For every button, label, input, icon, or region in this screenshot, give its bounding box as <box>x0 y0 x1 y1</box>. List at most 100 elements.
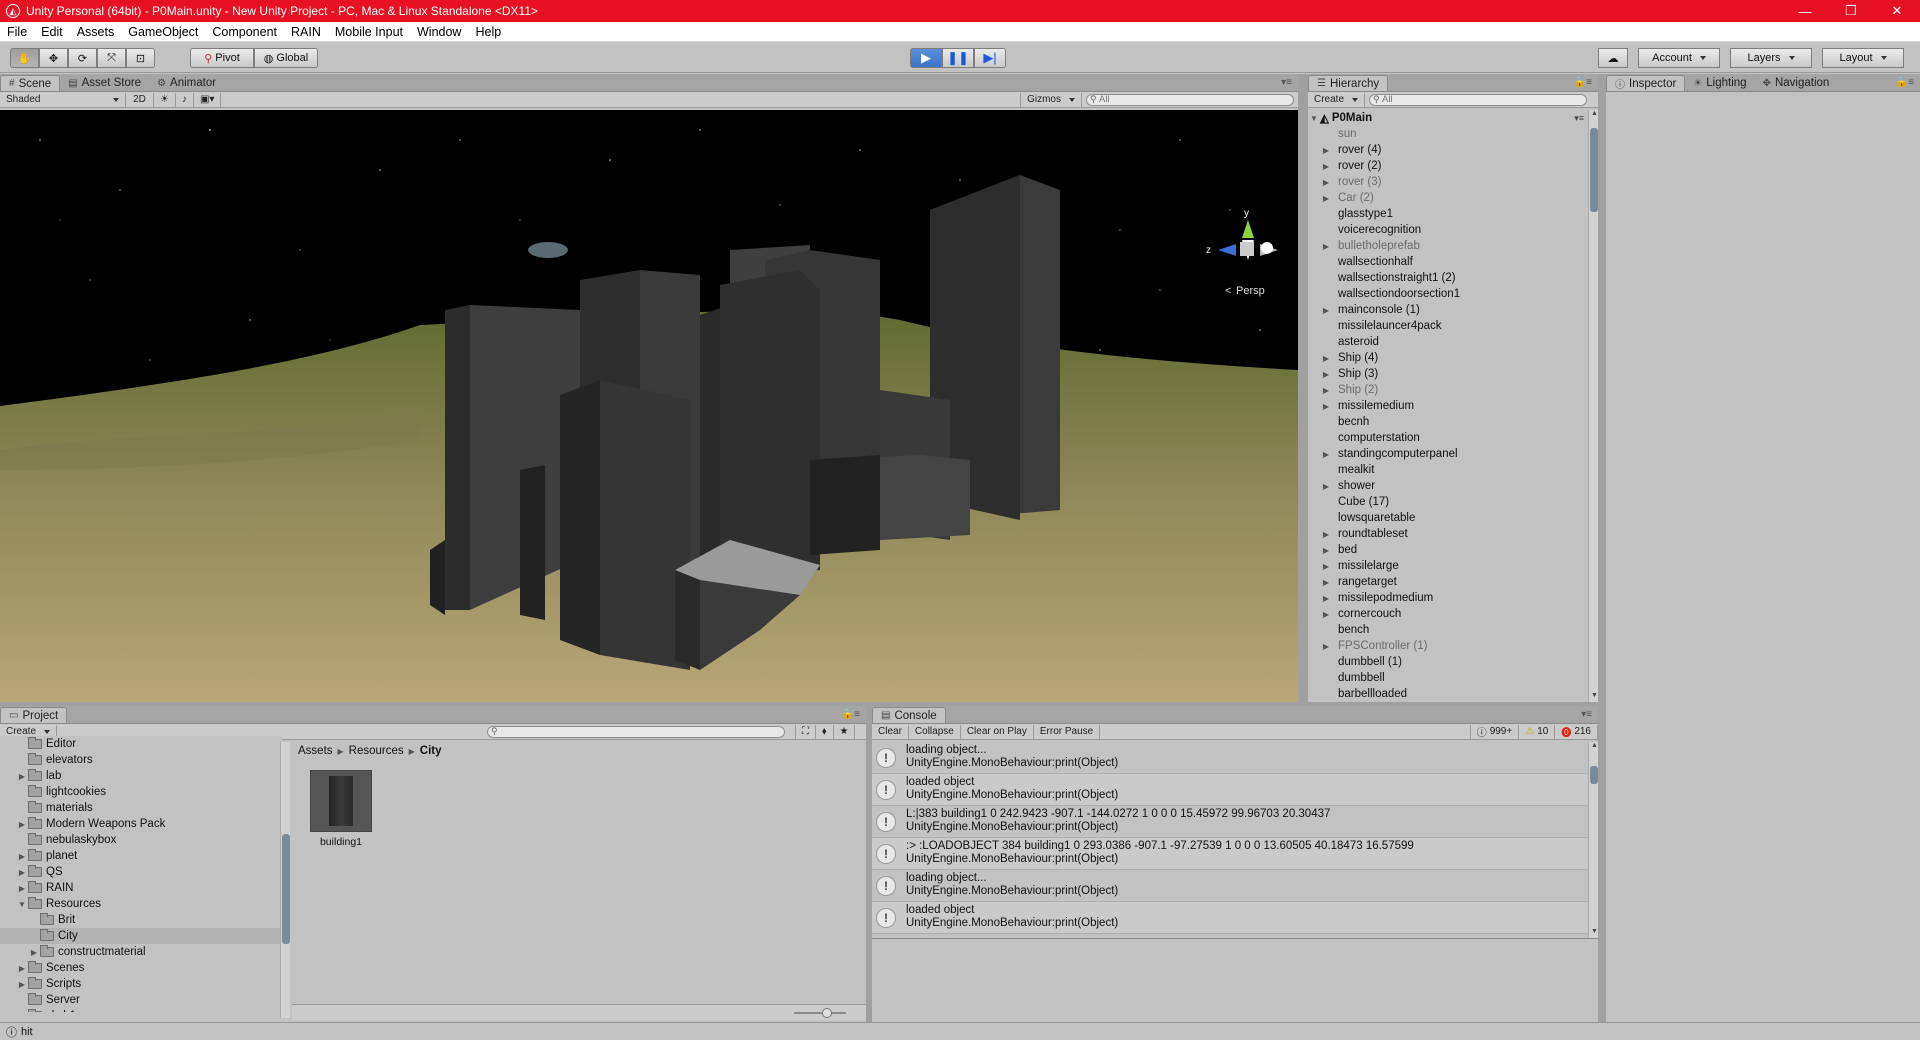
expand-arrow-icon[interactable]: ▼ <box>16 900 28 909</box>
menu-mobile-input[interactable]: Mobile Input <box>328 25 410 39</box>
project-folder-item[interactable]: materials <box>0 800 282 816</box>
audio-toggle-icon[interactable]: ♪ <box>176 92 194 107</box>
hierarchy-item[interactable]: bench <box>1308 622 1588 638</box>
project-tree-scrollbar[interactable] <box>280 742 290 1018</box>
console-log-entry[interactable]: ! loaded object UnityEngine.MonoBehaviour:… <box>872 902 1588 934</box>
tab-hierarchy[interactable]: ☰ Hierarchy <box>1308 75 1389 91</box>
hierarchy-item[interactable]: wallsectiondoorsection1 <box>1308 286 1588 302</box>
breadcrumb-resources[interactable]: Resources <box>349 745 404 757</box>
project-folder-item[interactable]: elevators <box>0 752 282 768</box>
expand-arrow-icon[interactable]: ▶ <box>1320 546 1332 555</box>
pause-button[interactable]: ❚❚ <box>942 48 974 68</box>
console-menu-icon[interactable]: ▾≡ <box>1575 709 1598 720</box>
expand-arrow-icon[interactable]: ▶ <box>1320 162 1332 171</box>
breadcrumb-assets[interactable]: Assets <box>298 745 333 757</box>
expand-arrow-icon[interactable]: ▶ <box>1320 530 1332 539</box>
play-button[interactable]: ▶ <box>910 48 942 68</box>
menu-rain[interactable]: RAIN <box>284 25 328 39</box>
console-clear-on-play-button[interactable]: Clear on Play <box>961 724 1034 739</box>
menu-assets[interactable]: Assets <box>70 25 122 39</box>
splitter[interactable] <box>1298 74 1308 702</box>
shading-dropdown[interactable]: Shaded <box>0 92 126 107</box>
warning-count-toggle[interactable]: ⚠ 10 <box>1519 724 1556 739</box>
menu-gameobject[interactable]: GameObject <box>121 25 205 39</box>
layout-dropdown[interactable]: Layout <box>1822 48 1904 68</box>
lighting-toggle-icon[interactable]: ☀ <box>154 92 176 107</box>
hierarchy-item[interactable]: becnh <box>1308 414 1588 430</box>
icon-size-slider-thumb[interactable] <box>822 1008 832 1018</box>
filter-label-icon[interactable]: ⬧ <box>816 724 834 739</box>
expand-arrow-icon[interactable]: ▶ <box>1320 562 1332 571</box>
hierarchy-item[interactable]: ▶ rover (3) <box>1308 174 1588 190</box>
hierarchy-item[interactable]: wallsectionhalf <box>1308 254 1588 270</box>
expand-arrow-icon[interactable]: ▶ <box>16 884 28 893</box>
hierarchy-item[interactable]: ▶ rover (4) <box>1308 142 1588 158</box>
restore-button[interactable]: ❐ <box>1828 0 1874 22</box>
favorites-icon[interactable]: ★ <box>834 724 856 739</box>
tab-scene[interactable]: # Scene <box>0 75 61 91</box>
console-log-entry[interactable]: ! L:|383 building1 0 242.9423 -907.1 -144… <box>872 806 1588 838</box>
hierarchy-item[interactable]: ▶ rangetarget <box>1308 574 1588 590</box>
log-count-toggle[interactable]: ⓘ 999+ <box>1469 724 1520 739</box>
expand-arrow-icon[interactable]: ▶ <box>28 948 40 957</box>
expand-arrow-icon[interactable]: ▶ <box>1320 450 1332 459</box>
pivot-button[interactable]: ⚲ Pivot <box>190 48 254 68</box>
hierarchy-root[interactable]: ▼ ◭ P0Main ▾≡ <box>1308 110 1588 126</box>
lock-icon[interactable]: 🔒≡ <box>1568 77 1598 88</box>
hierarchy-item[interactable]: ▶ FPSController (1) <box>1308 638 1588 654</box>
console-scrollbar[interactable]: ▲ ▼ <box>1588 742 1598 938</box>
console-scroll-thumb[interactable] <box>1590 766 1598 784</box>
project-folder-item[interactable]: Brit <box>0 912 282 928</box>
expand-arrow-icon[interactable]: ▶ <box>1320 594 1332 603</box>
project-folder-item[interactable]: ▶ RAIN <box>0 880 282 896</box>
scale-tool-icon[interactable]: ⤧ <box>97 48 126 68</box>
expand-arrow-icon[interactable]: ▶ <box>1320 178 1332 187</box>
console-log-entry[interactable]: !:> :LOADOBJECT 384 building1 0 293.0386… <box>872 838 1588 870</box>
hierarchy-item[interactable]: ▶ rover (2) <box>1308 158 1588 174</box>
hierarchy-item[interactable]: lowsquaretable <box>1308 510 1588 526</box>
rect-tool-icon[interactable]: ⊡ <box>126 48 155 68</box>
inspector-lock-icon[interactable]: 🔒≡ <box>1890 77 1920 88</box>
tab-console[interactable]: ▤ Console <box>872 707 946 723</box>
hierarchy-item[interactable]: ▶ Ship (3) <box>1308 366 1588 382</box>
menu-file[interactable]: File <box>0 25 34 39</box>
scroll-down-icon[interactable]: ▼ <box>1591 928 1598 935</box>
hierarchy-item[interactable]: mealkit <box>1308 462 1588 478</box>
hierarchy-item[interactable]: wallsectionstraight1 (2) <box>1308 270 1588 286</box>
expand-arrow-icon[interactable]: ▶ <box>1320 370 1332 379</box>
expand-arrow-icon[interactable]: ▶ <box>1320 642 1332 651</box>
project-folder-item[interactable]: City <box>0 928 282 944</box>
tab-navigation[interactable]: ✥ Navigation <box>1755 75 1838 91</box>
expand-arrow-icon[interactable]: ▶ <box>1320 354 1332 363</box>
hierarchy-item[interactable]: ▶ bulletholeprefab <box>1308 238 1588 254</box>
project-folder-item[interactable]: ▶ Modern Weapons Pack <box>0 816 282 832</box>
hierarchy-item[interactable]: ▶ cornercouch <box>1308 606 1588 622</box>
close-button[interactable]: ✕ <box>1874 0 1920 22</box>
expand-arrow-icon[interactable]: ▶ <box>1320 386 1332 395</box>
scene-search-input[interactable]: All <box>1086 93 1294 106</box>
hierarchy-item[interactable]: barbellloaded <box>1308 686 1588 702</box>
expand-arrow-icon[interactable]: ▶ <box>1320 306 1332 315</box>
menu-help[interactable]: Help <box>468 25 508 39</box>
hierarchy-scroll-thumb[interactable] <box>1590 128 1598 212</box>
project-folder-item[interactable]: ▶ planet <box>0 848 282 864</box>
move-tool-icon[interactable]: ✥ <box>39 48 68 68</box>
error-count-toggle[interactable]: ⓿ 216 <box>1555 724 1598 739</box>
console-collapse-button[interactable]: Collapse <box>909 724 961 739</box>
effects-dropdown-icon[interactable]: ▣▾ <box>194 92 222 107</box>
hierarchy-create-button[interactable]: Create <box>1308 92 1366 107</box>
project-folder-item[interactable]: nebulaskybox <box>0 832 282 848</box>
menu-window[interactable]: Window <box>410 25 468 39</box>
tab-asset-store[interactable]: ▤ Asset Store <box>60 75 149 91</box>
project-folder-item[interactable]: ▶ lab <box>0 768 282 784</box>
breadcrumb-city[interactable]: City <box>420 745 442 757</box>
step-button[interactable]: ▶| <box>974 48 1006 68</box>
console-error-pause-button[interactable]: Error Pause <box>1034 724 1101 739</box>
hierarchy-item[interactable]: ▶ Ship (2) <box>1308 382 1588 398</box>
expand-arrow-icon[interactable]: ▼ <box>1308 114 1320 123</box>
hierarchy-item[interactable]: dumbbell <box>1308 670 1588 686</box>
expand-arrow-icon[interactable]: ▶ <box>16 852 28 861</box>
expand-arrow-icon[interactable]: ▶ <box>1320 242 1332 251</box>
expand-arrow-icon[interactable]: ▶ <box>16 964 28 973</box>
project-lock-icon[interactable]: 🔒≡ <box>836 709 866 720</box>
